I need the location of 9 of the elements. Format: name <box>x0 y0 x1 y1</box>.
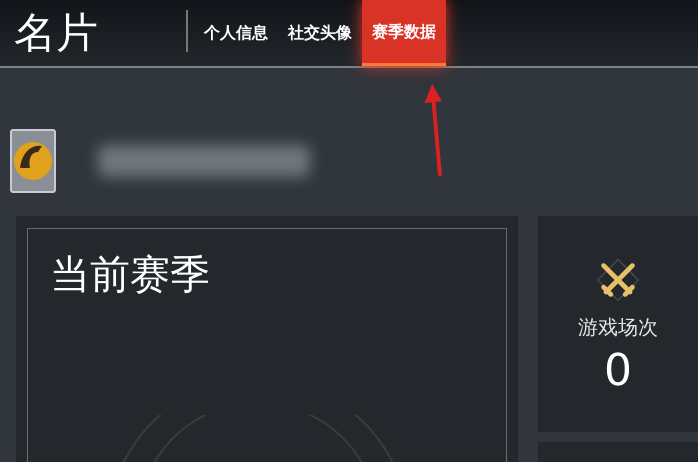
tab[interactable]: 个人信息 <box>194 0 278 66</box>
tab[interactable]: 社交头像 <box>278 0 362 66</box>
season-title: 当前赛季 <box>50 251 211 300</box>
stat-label: 游戏场次 <box>578 314 658 341</box>
crossed-swords-icon <box>594 256 642 304</box>
page-title: 名片 <box>13 7 99 59</box>
stat-value: 0 <box>604 345 632 396</box>
tab[interactable]: 赛季数据 <box>362 0 446 66</box>
avatar-icon <box>10 128 56 194</box>
